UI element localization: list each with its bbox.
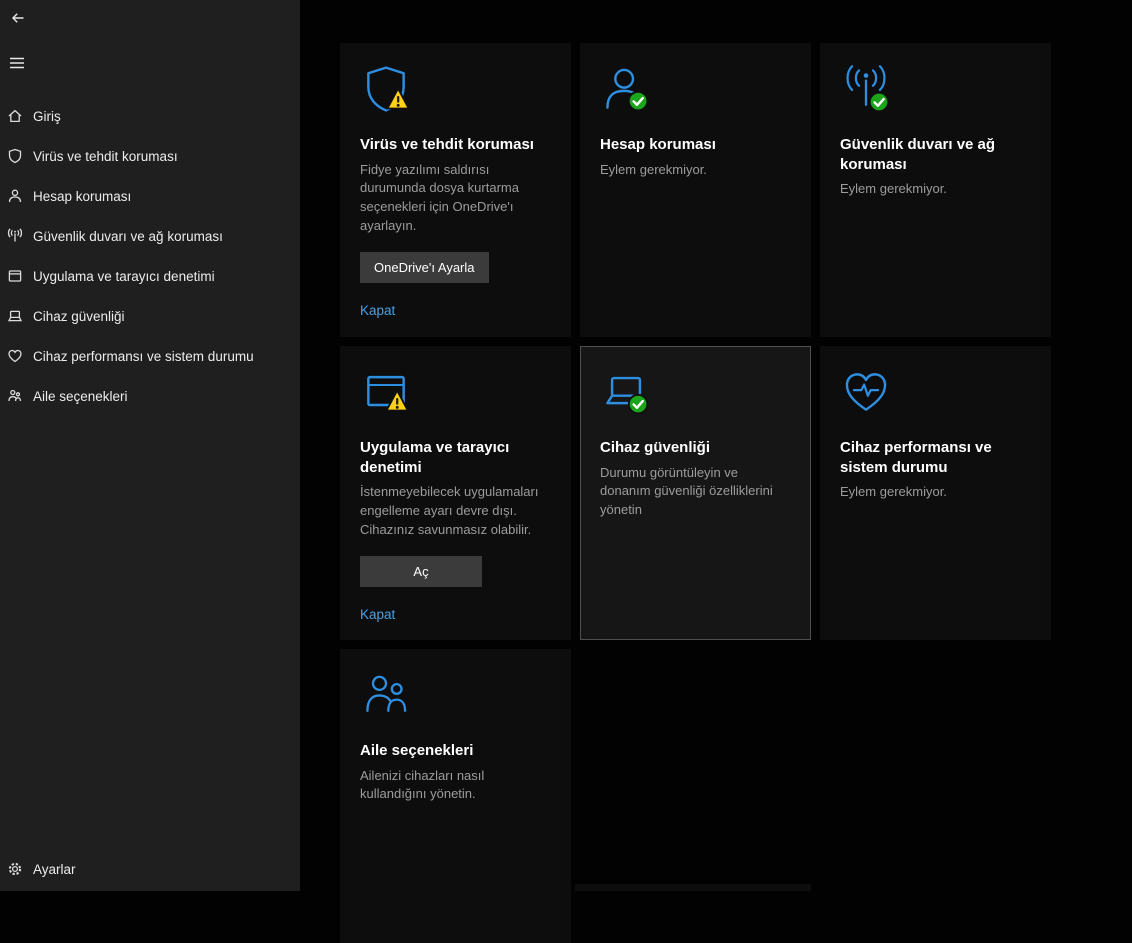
app-browser-icon — [8, 270, 22, 282]
firewall-icon — [7, 228, 23, 242]
sidebar-item-label: Virüs ve tehdit koruması — [33, 148, 178, 164]
ok-badge — [868, 91, 890, 113]
app-browser-icon — [367, 375, 410, 412]
tile-device-security[interactable]: Cihaz güvenliği Durumu görüntüleyin ve d… — [580, 346, 811, 640]
tile-description: Ailenizi cihazları nasıl kullandığını yö… — [360, 767, 485, 802]
tile-device-performance[interactable]: Cihaz performansı ve sistem durumu Eylem… — [820, 346, 1051, 640]
tile-title: Cihaz performansı ve sistem durumu — [840, 439, 992, 476]
tile-title: Hesap koruması — [600, 136, 716, 153]
tile-title: Virüs ve tehdit koruması — [360, 136, 534, 153]
onedrive-setup-button[interactable]: OneDrive'ı Ayarla — [360, 251, 489, 283]
tile-firewall-network[interactable]: Güvenlik duvarı ve ağ koruması Eylem ger… — [820, 43, 1051, 337]
sidebar-item-label: Cihaz güvenliği — [33, 308, 125, 324]
sidebar-item-label: Güvenlik duvarı ve ağ koruması — [33, 228, 223, 244]
device-health-icon — [845, 373, 887, 411]
tile-description: İstenmeyebilecek uygulamaları engelleme … — [360, 484, 539, 537]
sidebar-item-label: Cihaz performansı ve sistem durumu — [33, 348, 254, 364]
sidebar-item-virus-threat[interactable]: Virüs ve tehdit koruması — [0, 136, 300, 176]
family-icon — [366, 675, 407, 712]
dismiss-link[interactable]: Kapat — [360, 303, 395, 318]
sidebar-item-device-performance[interactable]: Cihaz performansı ve sistem durumu — [0, 336, 300, 376]
tile-virus-threat[interactable]: Virüs ve tehdit koruması Fidye yazılımı … — [340, 43, 571, 337]
sidebar-item-device-security[interactable]: Cihaz güvenliği — [0, 296, 300, 336]
sidebar-item-label: Uygulama ve tarayıcı denetimi — [33, 268, 215, 284]
partial-tile — [575, 884, 811, 891]
warning-badge — [385, 86, 411, 110]
tile-title: Cihaz güvenliği — [600, 439, 711, 456]
ok-badge — [627, 90, 649, 112]
tile-account-protection[interactable]: Hesap koruması Eylem gerekmiyor. — [580, 43, 811, 337]
gear-icon — [8, 862, 22, 876]
device-security-icon — [7, 310, 23, 322]
person-icon — [606, 68, 649, 112]
shield-icon — [367, 66, 411, 112]
tile-family-options[interactable]: Aile seçenekleri Ailenizi cihazları nası… — [340, 649, 571, 943]
back-button[interactable] — [6, 6, 30, 30]
person-icon — [8, 189, 22, 203]
tile-description: Fidye yazılımı saldırısı durumunda dosya… — [360, 161, 519, 234]
tile-status-text: Eylem gerekmiyor. — [840, 181, 947, 196]
sidebar-item-account[interactable]: Hesap koruması — [0, 176, 300, 216]
sidebar-item-label: Giriş — [33, 108, 61, 124]
tile-title: Aile seçenekleri — [360, 742, 474, 759]
sidebar: Giriş Virüs ve tehdit koruması Hesap kor… — [0, 0, 300, 891]
tile-status-text: Eylem gerekmiyor. — [600, 161, 707, 177]
sidebar-item-home[interactable]: Giriş — [0, 96, 300, 136]
home-icon — [8, 109, 22, 123]
tile-status-text: Eylem gerekmiyor. — [840, 484, 947, 499]
device-health-icon — [8, 349, 22, 363]
device-security-icon — [606, 376, 649, 415]
sidebar-item-label: Hesap koruması — [33, 188, 132, 204]
dismiss-link[interactable]: Kapat — [360, 607, 395, 622]
menu-button[interactable] — [4, 50, 30, 76]
tile-description: Durumu görüntüleyin ve donanım güvenliği… — [600, 464, 773, 518]
sidebar-item-firewall[interactable]: Güvenlik duvarı ve ağ koruması — [0, 216, 300, 256]
sidebar-item-family[interactable]: Aile seçenekleri — [0, 376, 300, 416]
firewall-icon — [846, 65, 890, 113]
back-arrow-icon — [12, 13, 24, 23]
turn-on-button[interactable]: Aç — [360, 555, 482, 587]
sidebar-item-label: Aile seçenekleri — [33, 388, 128, 404]
sidebar-item-settings[interactable]: Ayarlar — [0, 849, 300, 889]
sidebar-nav: Giriş Virüs ve tehdit koruması Hesap kor… — [0, 96, 300, 416]
family-icon — [8, 389, 22, 402]
tile-title: Güvenlik duvarı ve ağ koruması — [840, 136, 996, 173]
hamburger-icon — [10, 57, 24, 69]
shield-icon — [8, 148, 22, 164]
tile-title: Uygulama ve tarayıcı denetimi — [360, 439, 510, 476]
security-tiles: Virüs ve tehdit koruması Fidye yazılımı … — [340, 43, 1051, 943]
sidebar-item-app-browser[interactable]: Uygulama ve tarayıcı denetimi — [0, 256, 300, 296]
sidebar-item-label: Ayarlar — [33, 861, 76, 877]
ok-badge — [627, 393, 649, 415]
tile-app-browser-control[interactable]: Uygulama ve tarayıcı denetimi İstenmeyeb… — [340, 346, 571, 640]
